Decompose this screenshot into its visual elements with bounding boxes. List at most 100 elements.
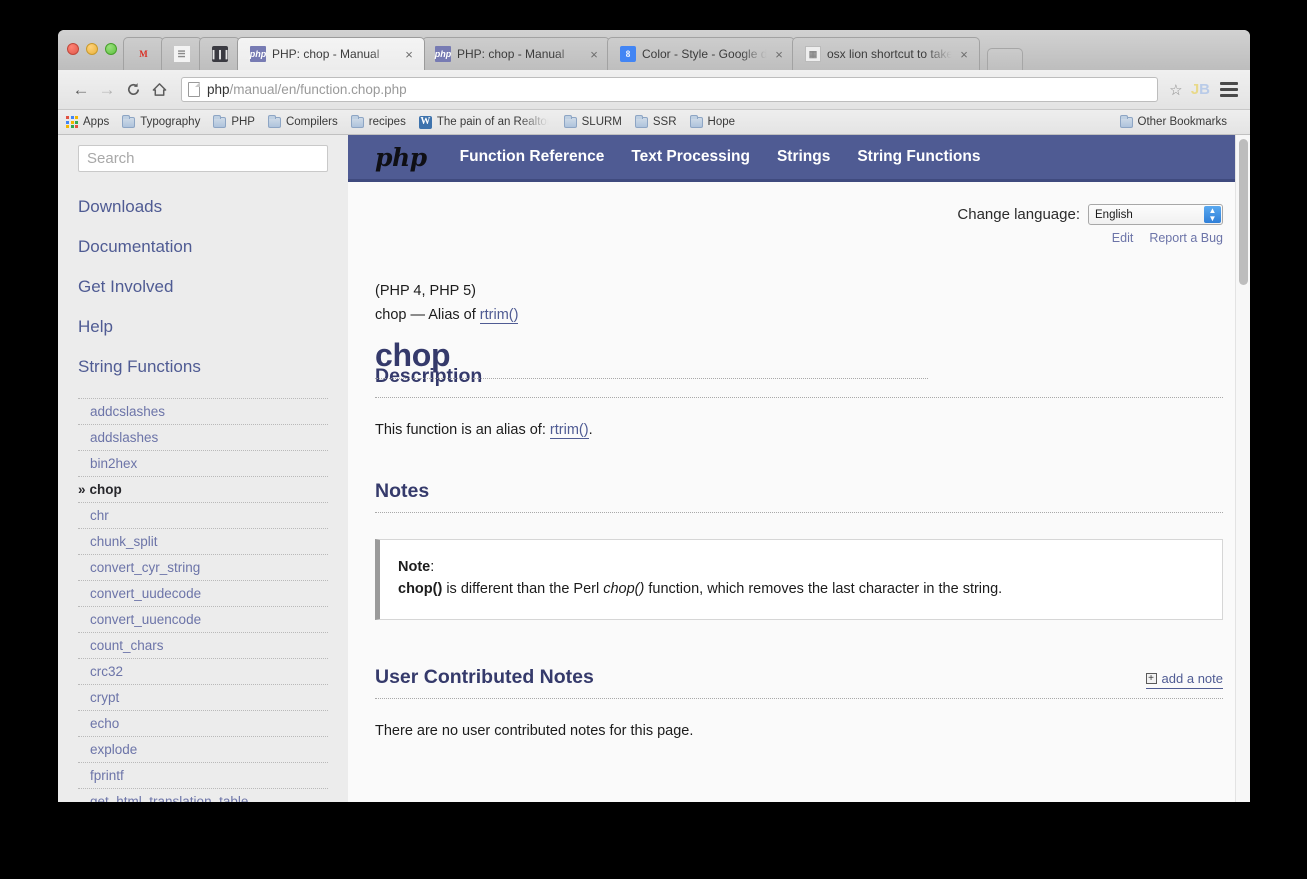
gmail-icon: M <box>139 48 148 59</box>
list-item[interactable]: get_html_translation_table <box>78 789 328 802</box>
bookmark-star-icon[interactable]: ☆ <box>1165 81 1187 99</box>
function-list: addcslashes addslashes bin2hex » chop chr… <box>78 398 328 802</box>
list-item[interactable]: count_chars <box>78 633 328 659</box>
list-item[interactable]: bin2hex <box>78 451 328 477</box>
list-item[interactable]: convert_uuencode <box>78 607 328 633</box>
search-input[interactable]: Search <box>78 145 328 172</box>
list-item[interactable]: addslashes <box>78 425 328 451</box>
tab-google-design-color[interactable]: 8 Color - Style - Google design × <box>607 37 795 70</box>
sidebar-item-help[interactable]: Help <box>78 306 328 346</box>
list-item[interactable]: addcslashes <box>78 398 328 425</box>
profile-badge[interactable]: JB <box>1191 81 1210 98</box>
nav-string-functions[interactable]: String Functions <box>857 148 980 166</box>
tab-title: osx lion shortcut to take screenshot <box>827 47 953 61</box>
bookmark-recipes[interactable]: recipes <box>350 114 406 128</box>
scrollbar-thumb[interactable] <box>1239 139 1248 285</box>
nav-function-reference[interactable]: Function Reference <box>460 148 605 166</box>
nav-strings[interactable]: Strings <box>777 148 830 166</box>
pinned-tab-gmail[interactable]: M <box>123 37 164 70</box>
bookmark-typography[interactable]: Typography <box>122 114 200 128</box>
pinned-tab-stackoverflow[interactable]: ☰ <box>161 37 202 70</box>
list-item[interactable]: chr <box>78 503 328 529</box>
function-label: echo <box>90 716 120 731</box>
rtrim-link[interactable]: rtrim() <box>479 307 519 324</box>
add-a-note-button[interactable]: + add a note <box>1145 671 1223 689</box>
bookmark-label: PHP <box>231 116 255 128</box>
tab-title: Color - Style - Google design <box>642 47 768 61</box>
list-item-current-chop[interactable]: » chop <box>78 477 328 503</box>
close-tab-icon[interactable]: × <box>772 48 786 61</box>
php-logo[interactable]: php <box>375 143 427 172</box>
function-label: addcslashes <box>90 404 166 419</box>
list-item[interactable]: convert_uudecode <box>78 581 328 607</box>
vertical-scrollbar[interactable] <box>1235 135 1250 802</box>
sidebar-item-get-involved[interactable]: Get Involved <box>78 266 328 306</box>
close-tab-icon[interactable]: × <box>957 48 971 61</box>
list-item[interactable]: explode <box>78 737 328 763</box>
no-notes-message: There are no user contributed notes for … <box>375 722 694 739</box>
language-select[interactable]: English ▲ ▼ <box>1088 204 1223 225</box>
folder-icon <box>267 114 281 128</box>
bookmark-the-pain-of-an-realtor[interactable]: W The pain of an Realtor <box>418 115 551 129</box>
list-item[interactable]: chunk_split <box>78 529 328 555</box>
apps-grid-icon <box>66 116 78 128</box>
forward-button[interactable]: → <box>94 77 120 103</box>
tab-osx-lion-screenshot[interactable]: ▦ osx lion shortcut to take screenshot × <box>792 37 980 70</box>
reload-icon <box>127 83 139 95</box>
minimize-window-button[interactable] <box>86 43 98 55</box>
close-tab-icon[interactable]: × <box>587 48 601 61</box>
other-bookmarks-label: Other Bookmarks <box>1137 116 1227 128</box>
address-bar[interactable]: php/manual/en/function.chop.php <box>181 77 1158 102</box>
description-prefix: This function is an alias of: <box>375 422 550 438</box>
bookmark-apps[interactable]: Apps <box>66 116 109 128</box>
php-sidebar: Search Downloads Documentation Get Invol… <box>58 135 348 802</box>
browser-toolbar: ← → php/manual/en/function.chop.php ☆ JB <box>58 70 1250 110</box>
stepper-arrows-icon[interactable]: ▲ ▼ <box>1204 206 1221 223</box>
reload-button[interactable] <box>120 77 146 103</box>
pinned-tab-dark-app[interactable]: ❙❙❙ <box>199 37 240 70</box>
window-controls <box>67 43 117 55</box>
tab-php-chop-manual-2[interactable]: php PHP: chop - Manual × <box>422 37 610 70</box>
rtrim-link[interactable]: rtrim() <box>549 422 589 439</box>
bookmark-php[interactable]: PHP <box>213 114 255 128</box>
function-label: convert_uuencode <box>90 612 202 627</box>
bookmark-ssr[interactable]: SSR <box>634 114 677 128</box>
home-button[interactable] <box>146 77 172 103</box>
chrome-menu-icon[interactable] <box>1220 82 1238 97</box>
sidebar-item-documentation[interactable]: Documentation <box>78 226 328 266</box>
list-item[interactable]: fprintf <box>78 763 328 789</box>
bookmark-slurm[interactable]: SLURM <box>563 114 622 128</box>
sidebar-item-downloads[interactable]: Downloads <box>78 186 328 226</box>
edit-link[interactable]: Edit <box>1112 231 1134 245</box>
profile-initial-second: B <box>1199 81 1210 98</box>
folder-icon <box>1119 114 1133 128</box>
bookmark-compilers[interactable]: Compilers <box>267 114 338 128</box>
list-item[interactable]: crc32 <box>78 659 328 685</box>
generic-favicon: ▦ <box>805 46 821 62</box>
dark-app-icon: ❙❙❙ <box>210 46 230 62</box>
close-tab-icon[interactable]: × <box>402 48 416 61</box>
list-item[interactable]: crypt <box>78 685 328 711</box>
other-bookmarks-folder[interactable]: Other Bookmarks <box>1119 114 1227 128</box>
user-notes-header: User Contributed Notes + add a note <box>375 666 1223 689</box>
bookmark-label: Hope <box>707 116 736 128</box>
zoom-window-button[interactable] <box>105 43 117 55</box>
new-tab-button[interactable] <box>987 48 1023 70</box>
notes-heading: Notes <box>375 480 430 502</box>
list-item[interactable]: convert_cyr_string <box>78 555 328 581</box>
current-marker-icon: » <box>78 482 86 497</box>
section-divider <box>375 397 1223 398</box>
note-perl-fn: chop() <box>603 581 645 598</box>
page-viewport: Search Downloads Documentation Get Invol… <box>58 135 1250 802</box>
report-bug-link[interactable]: Report a Bug <box>1149 231 1223 245</box>
close-window-button[interactable] <box>67 43 79 55</box>
bookmark-hope[interactable]: Hope <box>689 114 736 128</box>
list-item[interactable]: echo <box>78 711 328 737</box>
back-button[interactable]: ← <box>68 77 94 103</box>
title-divider <box>375 378 928 379</box>
nav-text-processing[interactable]: Text Processing <box>631 148 750 166</box>
page-title: chop <box>375 337 451 373</box>
sidebar-item-string-functions[interactable]: String Functions <box>78 346 328 386</box>
tab-php-chop-manual-1[interactable]: php PHP: chop - Manual × <box>237 37 425 70</box>
tab-list: M ☰ ❙❙❙ php PHP: chop - Manual × php PHP… <box>123 37 1023 70</box>
